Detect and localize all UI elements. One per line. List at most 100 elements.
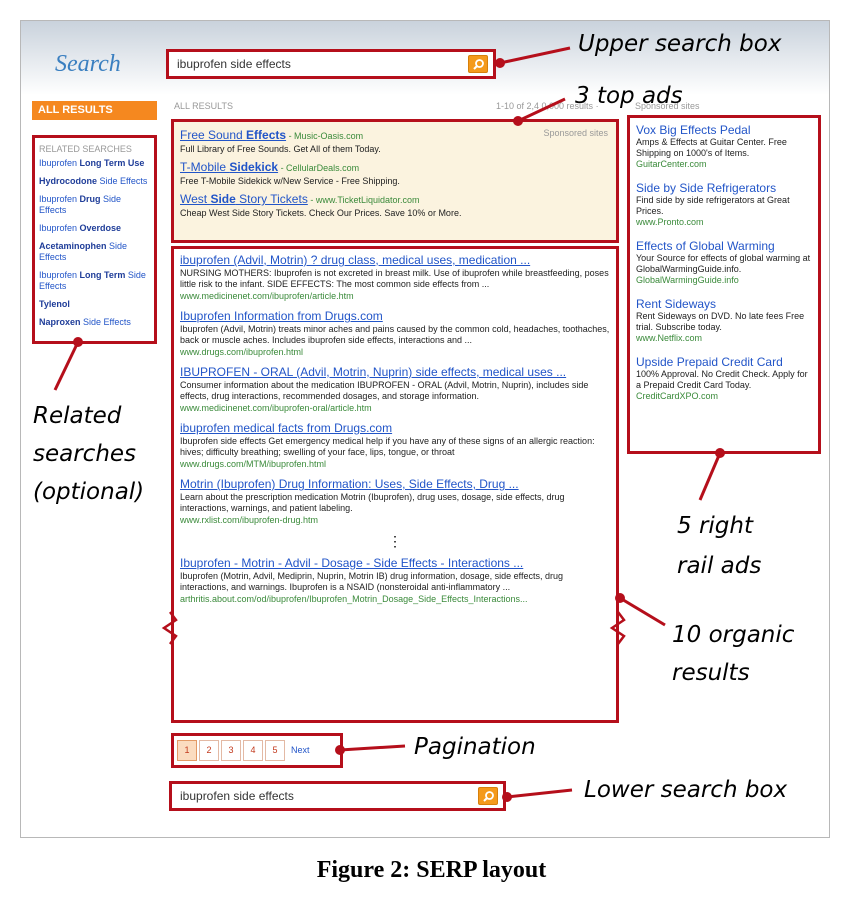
related-search-post: Side Effects bbox=[80, 317, 131, 327]
page-button[interactable]: 1 bbox=[177, 740, 197, 761]
label-organic-2: results bbox=[672, 660, 750, 686]
rail-ad-link[interactable]: Rent Sideways bbox=[636, 297, 716, 311]
rail-ad-url: www.Netflix.com bbox=[636, 333, 703, 343]
label-top-ads: 3 top ads bbox=[575, 83, 683, 109]
label-right-rail-1: 5 right bbox=[677, 513, 753, 539]
rail-ad-description: Amps & Effects at Guitar Center. Free Sh… bbox=[636, 137, 787, 158]
top-ad: T-Mobile Sidekick - CellularDeals.com Fre… bbox=[180, 160, 610, 186]
label-related-2: searches bbox=[33, 441, 137, 467]
pagination-next[interactable]: Next bbox=[291, 745, 310, 755]
related-search-item[interactable]: Hydrocodone Side Effects bbox=[39, 176, 150, 187]
rail-ad-title[interactable]: Rent Sideways bbox=[636, 297, 812, 311]
related-search-bold: Overdose bbox=[79, 223, 122, 233]
page-button[interactable]: 2 bbox=[199, 740, 219, 761]
organic-result-url: www.medicinenet.com/ibuprofen/article.ht… bbox=[180, 291, 354, 301]
top-ad-title-bold: Sidekick bbox=[229, 160, 279, 174]
related-search-bold: Acetaminophen bbox=[39, 241, 107, 251]
related-search-bold: Naproxen bbox=[39, 317, 81, 327]
upper-search-input[interactable] bbox=[177, 57, 477, 71]
organic-result-title[interactable]: Ibuprofen Information from Drugs.com bbox=[180, 309, 610, 323]
related-search-pre: Ibuprofen bbox=[39, 158, 80, 168]
related-search-pre: Ibuprofen bbox=[39, 194, 80, 204]
organic-result-title[interactable]: Ibuprofen - Motrin - Advil - Dosage - Si… bbox=[180, 556, 610, 570]
label-right-rail-2: rail ads bbox=[677, 553, 762, 579]
top-ads-sponsored-label: Sponsored sites bbox=[543, 128, 608, 138]
organic-result-snippet: Ibuprofen side effects Get emergency med… bbox=[180, 436, 595, 457]
organic-result-url: arthritis.about.com/od/ibuprofen/Ibuprof… bbox=[180, 594, 528, 604]
rail-ad-title[interactable]: Upside Prepaid Credit Card bbox=[636, 355, 812, 369]
top-ad-title-pre: West bbox=[180, 192, 211, 206]
organic-results-box: ibuprofen (Advil, Motrin) ? drug class, … bbox=[171, 246, 619, 723]
organic-result-link[interactable]: ibuprofen medical facts from Drugs.com bbox=[180, 421, 392, 435]
organic-result-link[interactable]: Motrin (Ibuprofen) Drug Information: Use… bbox=[180, 477, 519, 491]
organic-result: ibuprofen medical facts from Drugs.com Ib… bbox=[180, 421, 610, 469]
related-search-item[interactable]: Ibuprofen Long Term Side Effects bbox=[39, 270, 150, 292]
organic-result-link[interactable]: ibuprofen (Advil, Motrin) ? drug class, … bbox=[180, 253, 530, 267]
top-ad-link[interactable]: T-Mobile Sidekick bbox=[180, 160, 278, 174]
top-ad-link[interactable]: West Side Story Tickets bbox=[180, 192, 308, 206]
organic-result-link[interactable]: IBUPROFEN - ORAL (Advil, Motrin, Nuprin)… bbox=[180, 365, 566, 379]
rail-ad: Vox Big Effects Pedal Amps & Effects at G… bbox=[636, 123, 812, 169]
label-organic-1: 10 organic bbox=[672, 622, 795, 648]
rail-ad: Upside Prepaid Credit Card 100% Approval.… bbox=[636, 355, 812, 401]
rail-ad-title[interactable]: Effects of Global Warming bbox=[636, 239, 812, 253]
organic-result-title[interactable]: ibuprofen medical facts from Drugs.com bbox=[180, 421, 610, 435]
top-ad-title-pre: Free Sound bbox=[180, 128, 247, 142]
organic-result: Motrin (Ibuprofen) Drug Information: Use… bbox=[180, 477, 610, 525]
search-icon bbox=[483, 791, 494, 802]
lower-search-box[interactable] bbox=[169, 781, 506, 811]
related-search-bold: Hydrocodone bbox=[39, 176, 98, 186]
related-searches-box: RELATED SEARCHES Ibuprofen Long Term Use… bbox=[32, 135, 157, 344]
related-search-item[interactable]: Naproxen Side Effects bbox=[39, 317, 150, 328]
rail-ad-link[interactable]: Effects of Global Warming bbox=[636, 239, 775, 253]
tab-all-results[interactable]: ALL RESULTS bbox=[32, 101, 157, 120]
rail-ad-description: Rent Sideways on DVD. No late fees Free … bbox=[636, 311, 805, 332]
related-search-bold: Drug bbox=[79, 194, 101, 204]
organic-result-link[interactable]: Ibuprofen Information from Drugs.com bbox=[180, 309, 383, 323]
rail-ad-title[interactable]: Side by Side Refrigerators bbox=[636, 181, 812, 195]
label-upper-search-box: Upper search box bbox=[578, 31, 782, 57]
related-searches-list: Ibuprofen Long Term Use Hydrocodone Side … bbox=[39, 158, 150, 328]
related-search-item[interactable]: Ibuprofen Long Term Use bbox=[39, 158, 150, 169]
page-button[interactable]: 3 bbox=[221, 740, 241, 761]
organic-results-list: ibuprofen (Advil, Motrin) ? drug class, … bbox=[180, 253, 610, 604]
rail-ad-link[interactable]: Vox Big Effects Pedal bbox=[636, 123, 751, 137]
upper-search-box[interactable] bbox=[166, 49, 496, 79]
lower-search-button[interactable] bbox=[478, 787, 498, 805]
rail-ad-description: 100% Approval. No Credit Check. Apply fo… bbox=[636, 369, 808, 390]
top-ad: West Side Story Tickets - www.TicketLiqu… bbox=[180, 192, 610, 218]
organic-result-snippet: Ibuprofen (Motrin, Advil, Mediprin, Nupr… bbox=[180, 571, 564, 592]
figure-caption: Figure 2: SERP layout bbox=[316, 857, 547, 883]
top-ad-title[interactable]: T-Mobile Sidekick - CellularDeals.com bbox=[180, 160, 610, 174]
related-search-item[interactable]: Tylenol bbox=[39, 299, 150, 310]
rail-ad: Side by Side Refrigerators Find side by s… bbox=[636, 181, 812, 227]
rail-ad-title[interactable]: Vox Big Effects Pedal bbox=[636, 123, 812, 137]
top-ad-link[interactable]: Free Sound Effects bbox=[180, 128, 286, 142]
organic-result-title[interactable]: Motrin (Ibuprofen) Drug Information: Use… bbox=[180, 477, 610, 491]
rail-ad: Rent Sideways Rent Sideways on DVD. No la… bbox=[636, 297, 812, 343]
top-ad-description: Cheap West Side Story Tickets. Check Our… bbox=[180, 208, 462, 218]
upper-search-button[interactable] bbox=[468, 55, 488, 73]
top-ad-url: - www.TicketLiquidator.com bbox=[307, 195, 420, 205]
organic-result-title[interactable]: IBUPROFEN - ORAL (Advil, Motrin, Nuprin)… bbox=[180, 365, 610, 379]
organic-result-title[interactable]: ibuprofen (Advil, Motrin) ? drug class, … bbox=[180, 253, 610, 267]
related-search-item[interactable]: Acetaminophen Side Effects bbox=[39, 241, 150, 263]
related-searches-header: RELATED SEARCHES bbox=[39, 144, 132, 154]
related-search-post: Side Effects bbox=[97, 176, 148, 186]
truncation-ellipsis: ⋮ bbox=[388, 533, 402, 549]
label-related-3: (optional) bbox=[33, 479, 145, 505]
page-button[interactable]: 5 bbox=[265, 740, 285, 761]
related-search-item[interactable]: Ibuprofen Drug Side Effects bbox=[39, 194, 150, 216]
organic-result-link[interactable]: Ibuprofen - Motrin - Advil - Dosage - Si… bbox=[180, 556, 523, 570]
top-ad-title[interactable]: West Side Story Tickets - www.TicketLiqu… bbox=[180, 192, 610, 206]
rail-ad-link[interactable]: Side by Side Refrigerators bbox=[636, 181, 776, 195]
top-ad-description: Free T-Mobile Sidekick w/New Service - F… bbox=[180, 176, 400, 186]
rail-ad: Effects of Global Warming Your Source for… bbox=[636, 239, 812, 285]
rail-ad-url: www.Pronto.com bbox=[636, 217, 704, 227]
results-header-label: ALL RESULTS bbox=[174, 101, 234, 111]
related-search-item[interactable]: Ibuprofen Overdose bbox=[39, 223, 150, 234]
page-button[interactable]: 4 bbox=[243, 740, 263, 761]
rail-ad-link[interactable]: Upside Prepaid Credit Card bbox=[636, 355, 783, 369]
rail-ad-url: GuitarCenter.com bbox=[636, 159, 707, 169]
lower-search-input[interactable] bbox=[180, 789, 480, 803]
